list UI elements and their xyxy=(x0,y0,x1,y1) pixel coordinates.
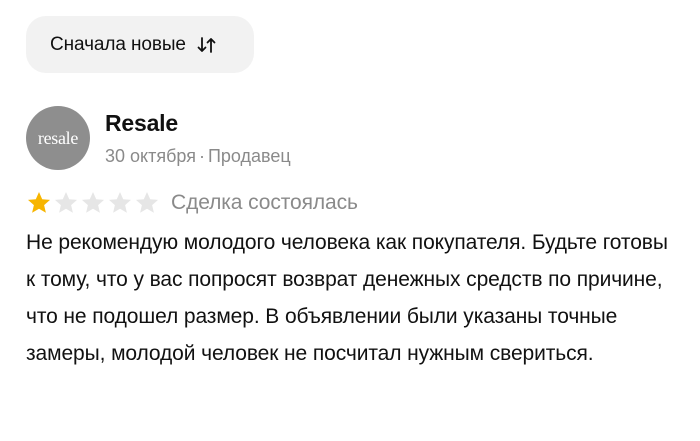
star-empty-icon xyxy=(136,192,158,213)
star-empty-icon xyxy=(55,192,77,213)
star-rating xyxy=(26,190,161,216)
author-name[interactable]: Resale xyxy=(105,110,178,137)
avatar[interactable]: resale xyxy=(26,106,90,170)
rating-row: Сделка состоялась xyxy=(26,188,358,218)
reviews-page: Сначала новые resale Resale 30 октября · П… xyxy=(0,0,700,441)
review-text: Не рекомендую молодого человека как поку… xyxy=(26,231,668,365)
sort-button[interactable]: Сначала новые xyxy=(26,16,254,73)
star-empty-icon xyxy=(109,192,131,213)
star-empty-icon xyxy=(82,192,104,213)
meta-separator: · xyxy=(198,146,205,166)
avatar-logo-text: resale xyxy=(37,127,79,148)
author-role: Продавец xyxy=(207,146,291,166)
deal-status: Сделка состоялась xyxy=(171,191,358,214)
review-meta: 30 октября · Продавец xyxy=(105,146,291,167)
star-filled-icon xyxy=(28,192,50,213)
sort-label: Сначала новые xyxy=(50,33,186,55)
sort-arrows-icon xyxy=(196,35,218,55)
review-date: 30 октября xyxy=(105,146,196,166)
